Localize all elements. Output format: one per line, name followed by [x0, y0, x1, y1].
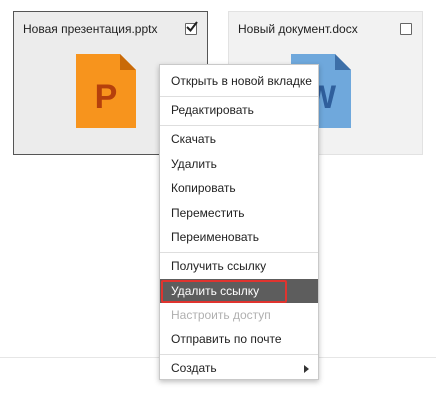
menu-item-create[interactable]: Создать [160, 356, 318, 380]
submenu-arrow-icon [304, 365, 309, 373]
highlight-annotation [161, 280, 287, 303]
menu-item-move[interactable]: Переместить [160, 201, 318, 225]
menu-item-get-link[interactable]: Получить ссылку [160, 254, 318, 278]
pptx-file-icon: P [76, 54, 136, 128]
menu-item-create-label: Создать [171, 361, 217, 375]
menu-item-rename[interactable]: Переименовать [160, 225, 318, 249]
pptx-icon-letter: P [95, 78, 118, 116]
menu-item-send-email[interactable]: Отправить по почте [160, 327, 318, 351]
menu-item-delete[interactable]: Удалить [160, 152, 318, 176]
menu-separator [160, 96, 318, 97]
file-checkbox[interactable] [185, 21, 198, 35]
menu-separator [160, 252, 318, 253]
menu-item-configure-access: Настроить доступ [171, 308, 271, 322]
checkmark-icon [186, 21, 198, 33]
menu-item-download[interactable]: Скачать [160, 127, 318, 151]
context-menu: Открыть в новой вкладке Редактировать Ск… [159, 64, 319, 380]
menu-item-open-new-tab[interactable]: Открыть в новой вкладке [160, 69, 318, 93]
file-checkbox[interactable] [400, 23, 412, 35]
menu-separator [160, 125, 318, 126]
file-name: Новый документ.docx [238, 22, 358, 36]
menu-item-copy[interactable]: Копировать [160, 176, 318, 200]
menu-item-edit[interactable]: Редактировать [160, 98, 318, 122]
file-name: Новая презентация.pptx [23, 22, 158, 36]
menu-separator [160, 354, 318, 355]
